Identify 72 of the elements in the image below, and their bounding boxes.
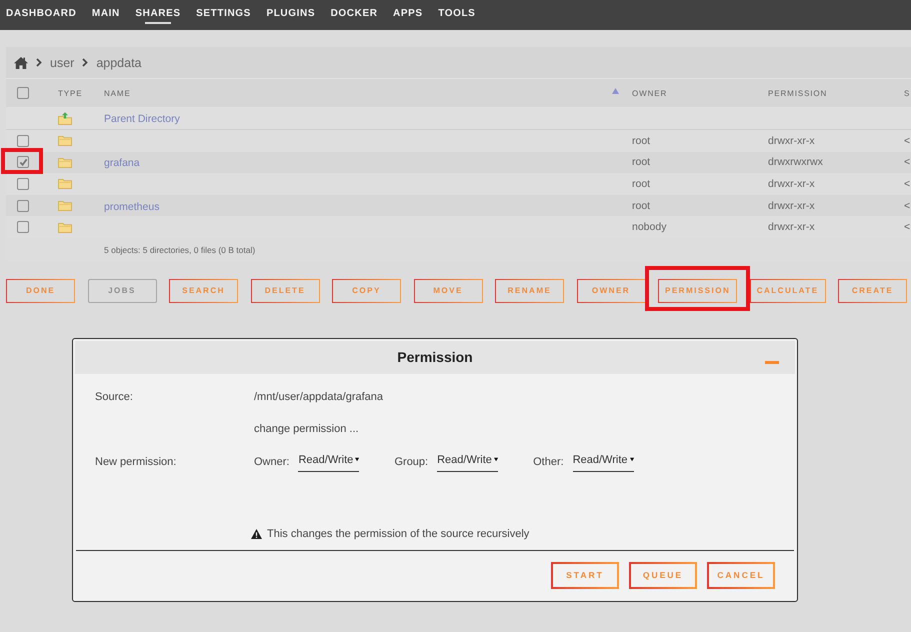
caret-icon — [494, 457, 498, 462]
nav-tab[interactable]: SHARES — [135, 0, 181, 30]
warning-icon — [251, 528, 262, 539]
row-checkbox[interactable] — [17, 221, 29, 234]
chevron-icon — [82, 58, 88, 67]
breadcrumb-link[interactable]: user — [50, 56, 74, 70]
folder-up-icon — [58, 112, 72, 124]
field-label: Group: — [394, 456, 428, 468]
permission-select[interactable]: Read/Write — [298, 452, 360, 472]
field-label: Owner: — [254, 456, 290, 468]
column-header[interactable]: OWNER — [632, 88, 668, 98]
dialog-button[interactable]: START — [551, 562, 619, 589]
column-header[interactable]: S — [904, 88, 910, 98]
table-cell: drwxr-xr-x — [768, 200, 815, 212]
table-cell: drwxr-xr-x — [768, 134, 815, 147]
nav-tab[interactable]: DASHBOARD — [6, 0, 76, 30]
hint-text: change permission ... — [254, 422, 360, 435]
permission-select[interactable]: Read/Write — [572, 452, 634, 472]
column-header[interactable]: NAME — [104, 88, 131, 98]
caret-icon — [355, 457, 360, 462]
field-label: Other: — [533, 456, 564, 468]
column-header[interactable]: PERMISSION — [768, 88, 828, 98]
nav-tab[interactable]: MAIN — [92, 0, 120, 30]
folder-icon — [58, 156, 72, 168]
table-cell: < — [904, 156, 910, 168]
source-path: /mnt/user/appdata/grafana — [254, 390, 384, 403]
folder-icon — [58, 135, 72, 146]
table-cell: < — [904, 134, 910, 147]
table-cell: drwxr-xr-x — [768, 221, 815, 234]
folder-icon — [58, 178, 72, 190]
table-cell: drwxr-xr-x — [768, 178, 815, 190]
dialog-button[interactable]: QUEUE — [629, 562, 697, 589]
select-all-checkbox[interactable] — [17, 87, 29, 99]
table-cell: root — [632, 134, 650, 147]
warning-text: This changes the permission of the source recursively — [267, 528, 530, 540]
nav-tab[interactable]: TOOLS — [438, 0, 476, 30]
nav-tab[interactable]: APPS — [393, 0, 423, 30]
table-cell: root — [632, 156, 650, 168]
table-cell: root — [632, 178, 650, 190]
table-cell: < — [904, 221, 910, 234]
folder-icon — [58, 200, 72, 212]
field-label: New permission: — [95, 456, 178, 468]
table-cell: nobody — [632, 221, 666, 234]
summary-text: 5 objects: 5 directories, 0 files (0 B total) — [104, 245, 256, 256]
minimize-icon[interactable] — [765, 360, 779, 364]
table-cell: < — [904, 200, 910, 212]
table-cell: < — [904, 178, 910, 190]
row-checkbox[interactable] — [17, 178, 29, 190]
folder-link[interactable]: prometheus — [104, 200, 160, 213]
field-label: Source: — [95, 390, 134, 403]
row-checkbox[interactable] — [17, 156, 29, 168]
nav-tab[interactable]: DOCKER — [330, 0, 378, 30]
table-cell: drwxrwxrwx — [768, 156, 823, 168]
dialog-title: Permission — [397, 349, 473, 366]
column-header[interactable]: TYPE — [58, 88, 82, 98]
caret-icon — [630, 457, 634, 462]
dialog-button[interactable]: CANCEL — [707, 562, 775, 589]
breadcrumb-link[interactable]: appdata — [96, 56, 142, 70]
row-checkbox[interactable] — [17, 134, 29, 147]
folder-link[interactable]: grafana — [104, 157, 140, 170]
table-cell: root — [632, 200, 650, 212]
table-row[interactable]: grafana root drwxrwxrwx < — [6, 152, 911, 174]
folder-link[interactable]: Parent Directory — [104, 113, 180, 125]
home-icon[interactable] — [14, 56, 28, 68]
nav-tab[interactable]: PLUGINS — [266, 0, 316, 30]
table-row[interactable]: prometheus root drwxr-xr-x < — [6, 194, 911, 216]
chevron-icon — [36, 58, 42, 67]
folder-icon — [58, 222, 72, 233]
sort-ascending-icon[interactable] — [612, 88, 619, 94]
nav-tab[interactable]: SETTINGS — [196, 0, 251, 30]
permission-select[interactable]: Read/Write — [437, 452, 498, 472]
row-checkbox[interactable] — [17, 200, 29, 212]
